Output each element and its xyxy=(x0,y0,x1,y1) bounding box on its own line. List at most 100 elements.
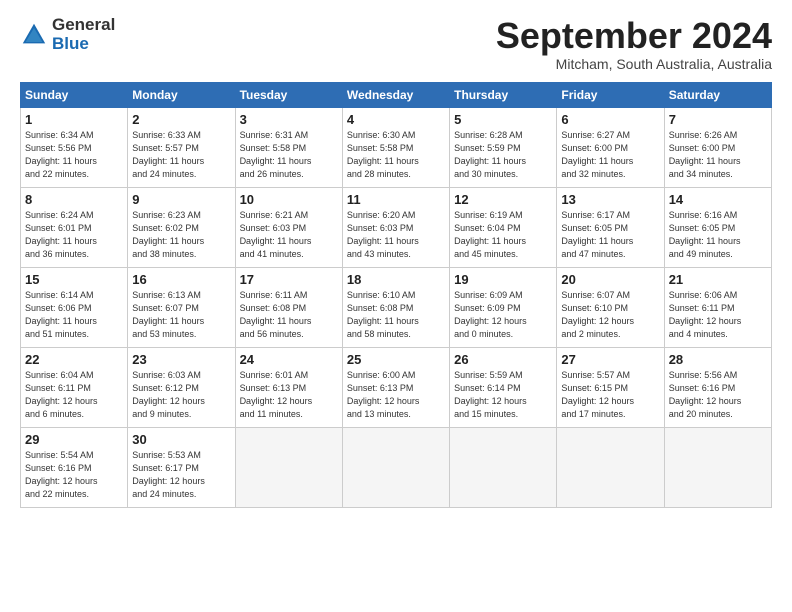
day-info: Sunrise: 6:34 AMSunset: 5:56 PMDaylight:… xyxy=(25,130,97,179)
day-info: Sunrise: 6:24 AMSunset: 6:01 PMDaylight:… xyxy=(25,210,97,259)
day-number: 28 xyxy=(669,352,767,367)
table-row: 22Sunrise: 6:04 AMSunset: 6:11 PMDayligh… xyxy=(21,347,128,427)
day-number: 11 xyxy=(347,192,445,207)
day-info: Sunrise: 6:23 AMSunset: 6:02 PMDaylight:… xyxy=(132,210,204,259)
table-row: 23 Sunrise: 6:03 AMSunset: 6:12 PMDayligh… xyxy=(128,347,235,427)
day-number: 1 xyxy=(25,112,123,127)
day-number: 26 xyxy=(454,352,552,367)
day-number: 7 xyxy=(669,112,767,127)
table-row: 16 Sunrise: 6:13 AMSunset: 6:07 PMDayligh… xyxy=(128,267,235,347)
header-friday: Friday xyxy=(557,82,664,107)
table-row: 7 Sunrise: 6:26 AMSunset: 6:00 PMDaylight… xyxy=(664,107,771,187)
day-info: Sunrise: 5:57 AMSunset: 6:15 PMDaylight:… xyxy=(561,370,634,419)
day-number: 13 xyxy=(561,192,659,207)
table-row xyxy=(557,427,664,507)
table-row: 8 Sunrise: 6:24 AMSunset: 6:01 PMDaylight… xyxy=(21,187,128,267)
day-info: Sunrise: 6:16 AMSunset: 6:05 PMDaylight:… xyxy=(669,210,741,259)
table-row: 20Sunrise: 6:07 AMSunset: 6:10 PMDayligh… xyxy=(557,267,664,347)
location: Mitcham, South Australia, Australia xyxy=(496,56,772,72)
table-row: 14 Sunrise: 6:16 AMSunset: 6:05 PMDayligh… xyxy=(664,187,771,267)
day-number: 8 xyxy=(25,192,123,207)
day-number: 4 xyxy=(347,112,445,127)
header-wednesday: Wednesday xyxy=(342,82,449,107)
day-info: Sunrise: 6:03 AMSunset: 6:12 PMDaylight:… xyxy=(132,370,205,419)
day-number: 25 xyxy=(347,352,445,367)
logo-general: General xyxy=(52,16,115,35)
day-number: 10 xyxy=(240,192,338,207)
day-number: 6 xyxy=(561,112,659,127)
table-row: 26 Sunrise: 5:59 AMSunset: 6:14 PMDayligh… xyxy=(450,347,557,427)
table-row: 5 Sunrise: 6:28 AMSunset: 5:59 PMDaylight… xyxy=(450,107,557,187)
day-number: 16 xyxy=(132,272,230,287)
logo-blue: Blue xyxy=(52,35,115,54)
day-info: Sunrise: 6:11 AMSunset: 6:08 PMDaylight:… xyxy=(240,290,312,339)
table-row: 6 Sunrise: 6:27 AMSunset: 6:00 PMDaylight… xyxy=(557,107,664,187)
table-row: 12Sunrise: 6:19 AMSunset: 6:04 PMDayligh… xyxy=(450,187,557,267)
day-number: 30 xyxy=(132,432,230,447)
calendar-week-1: 8 Sunrise: 6:24 AMSunset: 6:01 PMDaylight… xyxy=(21,187,772,267)
header-tuesday: Tuesday xyxy=(235,82,342,107)
day-info: Sunrise: 6:09 AMSunset: 6:09 PMDaylight:… xyxy=(454,290,527,339)
day-info: Sunrise: 6:26 AMSunset: 6:00 PMDaylight:… xyxy=(669,130,741,179)
table-row xyxy=(342,427,449,507)
day-info: Sunrise: 5:59 AMSunset: 6:14 PMDaylight:… xyxy=(454,370,527,419)
day-info: Sunrise: 5:54 AMSunset: 6:16 PMDaylight:… xyxy=(25,450,98,499)
table-row: 11 Sunrise: 6:20 AMSunset: 6:03 PMDayligh… xyxy=(342,187,449,267)
table-row: 25 Sunrise: 6:00 AMSunset: 6:13 PMDayligh… xyxy=(342,347,449,427)
day-info: Sunrise: 6:30 AMSunset: 5:58 PMDaylight:… xyxy=(347,130,419,179)
table-row: 30Sunrise: 5:53 AMSunset: 6:17 PMDayligh… xyxy=(128,427,235,507)
day-number: 20 xyxy=(561,272,659,287)
day-info: Sunrise: 6:31 AMSunset: 5:58 PMDaylight:… xyxy=(240,130,312,179)
calendar-week-3: 22Sunrise: 6:04 AMSunset: 6:11 PMDayligh… xyxy=(21,347,772,427)
header-saturday: Saturday xyxy=(664,82,771,107)
day-number: 18 xyxy=(347,272,445,287)
day-info: Sunrise: 6:20 AMSunset: 6:03 PMDaylight:… xyxy=(347,210,419,259)
page: General Blue September 2024 Mitcham, Sou… xyxy=(0,0,792,612)
calendar-week-0: 1 Sunrise: 6:34 AMSunset: 5:56 PMDaylight… xyxy=(21,107,772,187)
table-row: 2Sunrise: 6:33 AMSunset: 5:57 PMDaylight… xyxy=(128,107,235,187)
day-info: Sunrise: 6:14 AMSunset: 6:06 PMDaylight:… xyxy=(25,290,97,339)
day-number: 15 xyxy=(25,272,123,287)
day-info: Sunrise: 6:33 AMSunset: 5:57 PMDaylight:… xyxy=(132,130,204,179)
day-info: Sunrise: 6:17 AMSunset: 6:05 PMDaylight:… xyxy=(561,210,633,259)
day-info: Sunrise: 6:27 AMSunset: 6:00 PMDaylight:… xyxy=(561,130,633,179)
day-info: Sunrise: 6:19 AMSunset: 6:04 PMDaylight:… xyxy=(454,210,526,259)
day-info: Sunrise: 6:10 AMSunset: 6:08 PMDaylight:… xyxy=(347,290,419,339)
table-row: 17Sunrise: 6:11 AMSunset: 6:08 PMDayligh… xyxy=(235,267,342,347)
header-row: Sunday Monday Tuesday Wednesday Thursday… xyxy=(21,82,772,107)
logo-text: General Blue xyxy=(52,16,115,53)
day-info: Sunrise: 5:56 AMSunset: 6:16 PMDaylight:… xyxy=(669,370,742,419)
table-row: 29Sunrise: 5:54 AMSunset: 6:16 PMDayligh… xyxy=(21,427,128,507)
day-number: 23 xyxy=(132,352,230,367)
day-number: 5 xyxy=(454,112,552,127)
table-row xyxy=(664,427,771,507)
table-row: 3 Sunrise: 6:31 AMSunset: 5:58 PMDaylight… xyxy=(235,107,342,187)
calendar-table: Sunday Monday Tuesday Wednesday Thursday… xyxy=(20,82,772,508)
day-info: Sunrise: 6:13 AMSunset: 6:07 PMDaylight:… xyxy=(132,290,204,339)
table-row: 28 Sunrise: 5:56 AMSunset: 6:16 PMDayligh… xyxy=(664,347,771,427)
header-monday: Monday xyxy=(128,82,235,107)
day-number: 3 xyxy=(240,112,338,127)
day-number: 24 xyxy=(240,352,338,367)
table-row: 13 Sunrise: 6:17 AMSunset: 6:05 PMDayligh… xyxy=(557,187,664,267)
table-row: 19 Sunrise: 6:09 AMSunset: 6:09 PMDayligh… xyxy=(450,267,557,347)
day-number: 19 xyxy=(454,272,552,287)
day-info: Sunrise: 6:06 AMSunset: 6:11 PMDaylight:… xyxy=(669,290,742,339)
day-number: 21 xyxy=(669,272,767,287)
header-sunday: Sunday xyxy=(21,82,128,107)
day-info: Sunrise: 6:00 AMSunset: 6:13 PMDaylight:… xyxy=(347,370,420,419)
table-row: 27Sunrise: 5:57 AMSunset: 6:15 PMDayligh… xyxy=(557,347,664,427)
header: General Blue September 2024 Mitcham, Sou… xyxy=(20,16,772,72)
day-info: Sunrise: 6:28 AMSunset: 5:59 PMDaylight:… xyxy=(454,130,526,179)
month-title: September 2024 xyxy=(496,16,772,56)
day-number: 9 xyxy=(132,192,230,207)
table-row: 15 Sunrise: 6:14 AMSunset: 6:06 PMDayligh… xyxy=(21,267,128,347)
day-info: Sunrise: 6:01 AMSunset: 6:13 PMDaylight:… xyxy=(240,370,313,419)
table-row: 4 Sunrise: 6:30 AMSunset: 5:58 PMDaylight… xyxy=(342,107,449,187)
table-row xyxy=(450,427,557,507)
table-row: 1 Sunrise: 6:34 AMSunset: 5:56 PMDaylight… xyxy=(21,107,128,187)
day-info: Sunrise: 6:04 AMSunset: 6:11 PMDaylight:… xyxy=(25,370,98,419)
table-row: 18 Sunrise: 6:10 AMSunset: 6:08 PMDayligh… xyxy=(342,267,449,347)
calendar-week-4: 29Sunrise: 5:54 AMSunset: 6:16 PMDayligh… xyxy=(21,427,772,507)
day-number: 14 xyxy=(669,192,767,207)
